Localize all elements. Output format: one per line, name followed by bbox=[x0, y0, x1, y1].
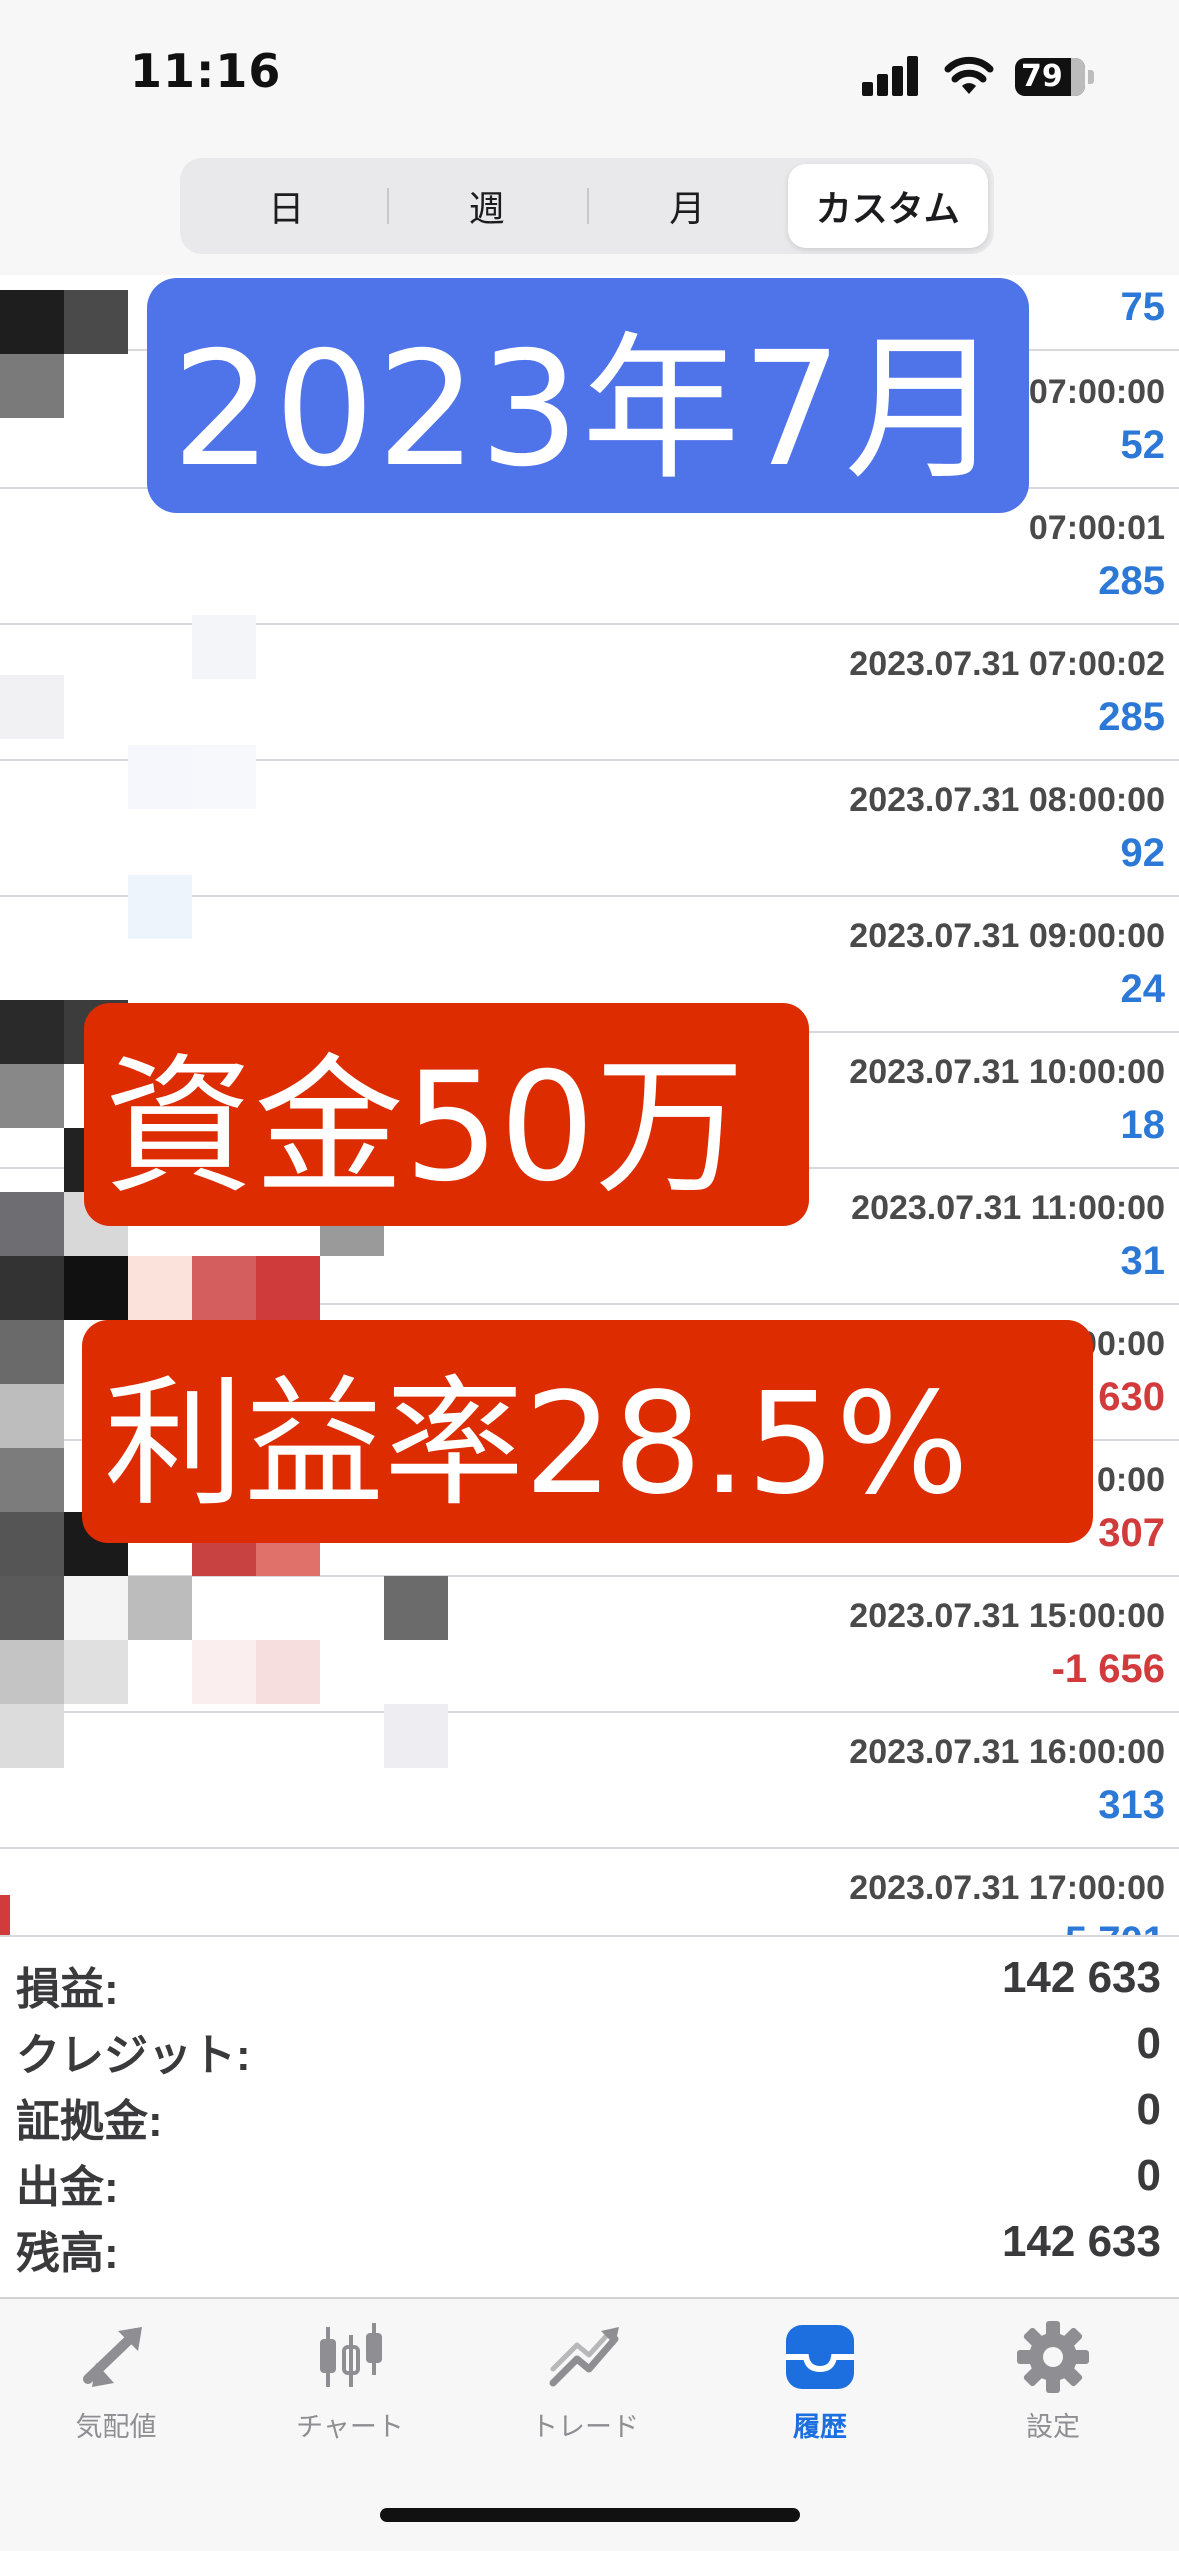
period-segmented-control: 日 週 月 カスタム bbox=[180, 158, 994, 254]
row-profit: 5 701 bbox=[1065, 1919, 1165, 1935]
tab-trade[interactable]: トレード bbox=[495, 2317, 675, 2457]
status-bar: 11:16 79 bbox=[0, 0, 1179, 150]
trade-icon bbox=[549, 2327, 619, 2387]
tab-label: 履歴 bbox=[793, 2412, 847, 2443]
tab-history[interactable]: 履歴 bbox=[730, 2317, 910, 2457]
row-profit: 285 bbox=[1098, 695, 1165, 739]
summary-label: 損益: bbox=[16, 1965, 119, 2014]
battery-icon: 79 bbox=[1015, 58, 1095, 96]
row-timestamp: 2023.07.31 09:00:00 bbox=[849, 917, 1165, 955]
tab-settings[interactable]: 設定 bbox=[963, 2317, 1143, 2457]
row-profit: 18 bbox=[1120, 1103, 1166, 1147]
summary-label: 残高: bbox=[16, 2229, 119, 2278]
summary-value: 142 633 bbox=[1001, 2217, 1161, 2266]
row-timestamp: 2023.07.31 15:00:00 bbox=[849, 1597, 1165, 1635]
summary-row-profit: 損益: 142 633 bbox=[0, 1945, 1179, 2014]
tab-quotes[interactable]: 気配値 bbox=[26, 2317, 206, 2457]
tab-label: トレード bbox=[531, 2412, 639, 2443]
candlestick-icon bbox=[320, 2323, 382, 2387]
row-timestamp: 2023.07.31 08:00:00 bbox=[849, 781, 1165, 819]
summary-row-withdrawal: 出金: 0 bbox=[0, 2143, 1179, 2212]
segment-week[interactable]: 週 bbox=[386, 164, 588, 248]
segment-custom[interactable]: カスタム bbox=[787, 164, 988, 248]
row-profit: 630 bbox=[1098, 1375, 1165, 1419]
tab-label: チャート bbox=[296, 2412, 404, 2443]
gear-icon bbox=[1017, 2321, 1089, 2393]
month-banner: 2023年7月 bbox=[147, 278, 1029, 513]
row-profit: 24 bbox=[1120, 967, 1166, 1011]
summary-label: 出金: bbox=[16, 2163, 119, 2212]
summary-row-credit: クレジット: 0 bbox=[0, 2011, 1179, 2080]
row-timestamp: 2023.07.31 17:00:00 bbox=[849, 1869, 1165, 1907]
row-profit: 307 bbox=[1098, 1511, 1165, 1555]
summary-label: クレジット: bbox=[16, 2031, 251, 2080]
summary-value: 0 bbox=[1136, 2151, 1161, 2200]
row-profit: 92 bbox=[1120, 831, 1166, 875]
row-timestamp: 07:00:00 bbox=[1028, 373, 1165, 411]
row-profit: 31 bbox=[1120, 1239, 1166, 1283]
row-timestamp: 07:00:01 bbox=[1028, 509, 1165, 547]
row-profit: 52 bbox=[1120, 423, 1166, 467]
battery-level: 79 bbox=[1021, 59, 1063, 94]
period-selector-area: 日 週 月 カスタム bbox=[0, 150, 1179, 275]
row-timestamp: 0:00 bbox=[1096, 1461, 1165, 1499]
summary-value: 0 bbox=[1136, 2019, 1161, 2068]
history-inbox-icon bbox=[786, 2325, 854, 2389]
summary-row-margin: 証拠金: 0 bbox=[0, 2077, 1179, 2146]
wifi-icon bbox=[944, 52, 994, 96]
row-timestamp: 2023.07.31 07:00:02 bbox=[849, 645, 1165, 683]
row-timestamp: 2023.07.31 10:00:00 bbox=[849, 1053, 1165, 1091]
summary-value: 142 633 bbox=[1001, 1953, 1161, 2002]
summary-value: 0 bbox=[1136, 2085, 1161, 2134]
row-timestamp: 2023.07.31 16:00:00 bbox=[849, 1733, 1165, 1771]
segment-month[interactable]: 月 bbox=[587, 164, 788, 248]
row-value-partial: 75 bbox=[1120, 285, 1166, 329]
cellular-signal-icon bbox=[862, 56, 922, 96]
tab-label: 設定 bbox=[1026, 2412, 1080, 2443]
home-indicator[interactable] bbox=[380, 2508, 800, 2522]
summary-row-balance: 残高: 142 633 bbox=[0, 2209, 1179, 2278]
segment-day[interactable]: 日 bbox=[186, 164, 387, 248]
row-timestamp: 2023.07.31 11:00:00 bbox=[851, 1189, 1165, 1227]
row-profit: -1 656 bbox=[1051, 1647, 1165, 1691]
tab-chart[interactable]: チャート bbox=[260, 2317, 440, 2457]
capital-banner: 資金50万 bbox=[84, 1003, 809, 1226]
account-summary: 損益: 142 633 クレジット: 0 証拠金: 0 出金: 0 残高: 14… bbox=[0, 1935, 1179, 2295]
row-profit: 285 bbox=[1098, 559, 1165, 603]
profit-rate-banner: 利益率28.5% bbox=[82, 1320, 1093, 1543]
tab-label: 気配値 bbox=[75, 2412, 157, 2443]
row-profit: 313 bbox=[1098, 1783, 1165, 1827]
status-time: 11:16 bbox=[130, 44, 282, 98]
summary-label: 証拠金: bbox=[16, 2097, 163, 2146]
quotes-icon bbox=[83, 2327, 142, 2387]
